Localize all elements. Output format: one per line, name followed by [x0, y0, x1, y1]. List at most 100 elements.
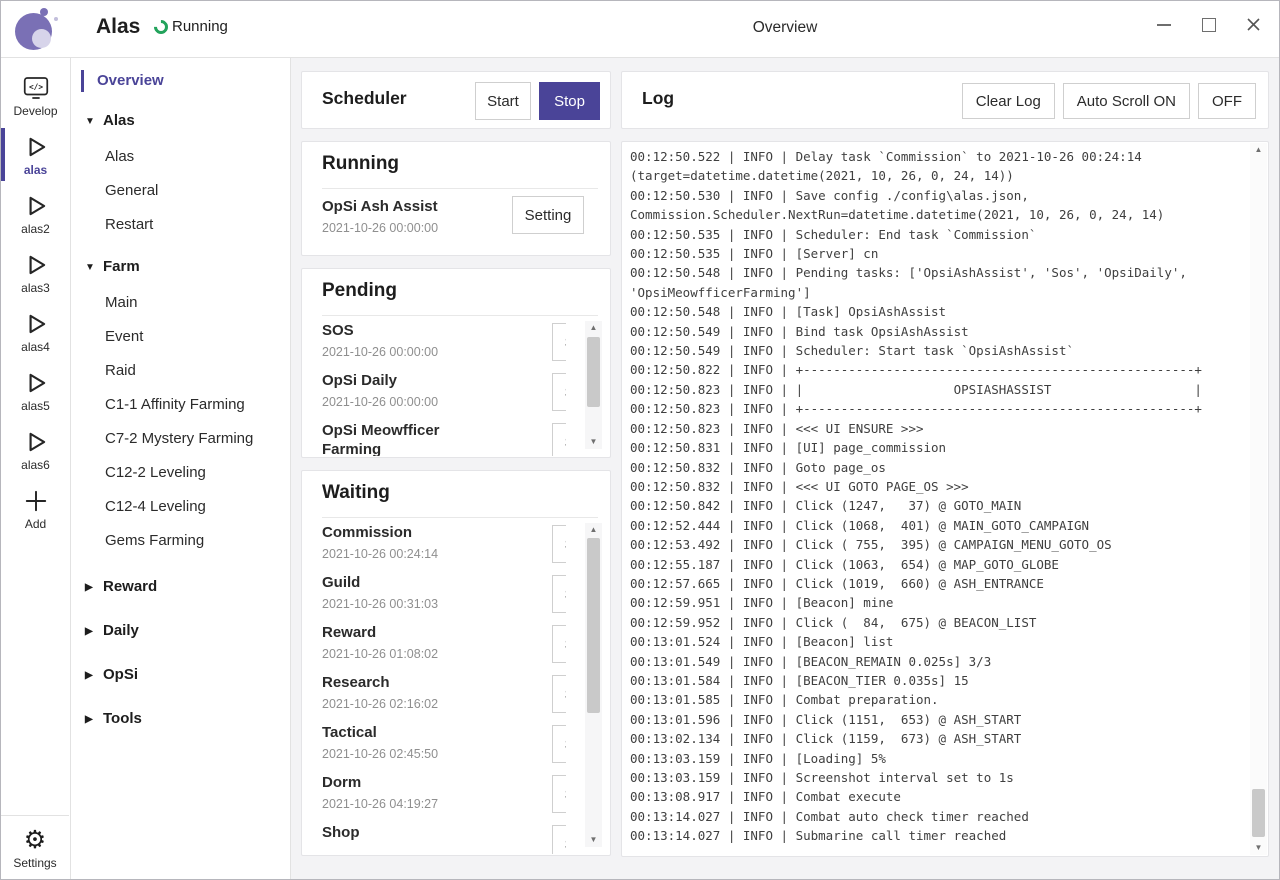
rail-item-alas6[interactable]: alas6	[1, 420, 70, 479]
code-monitor-icon: </>	[23, 74, 49, 102]
log-line: 00:12:50.535 | INFO | Scheduler: End tas…	[630, 225, 1240, 244]
task-name: SOS	[322, 321, 488, 340]
rail-item-label: alas3	[21, 281, 50, 295]
setting-button-reward[interactable]: Setting	[552, 625, 566, 663]
scroll-down-icon[interactable]: ▼	[585, 833, 602, 847]
rail-item-label: alas5	[21, 399, 50, 413]
clear-log-button[interactable]: Clear Log	[962, 83, 1055, 119]
nav-item-overview[interactable]: Overview	[71, 66, 290, 96]
play-icon	[23, 251, 49, 279]
rail-item-add[interactable]: Add	[1, 479, 70, 538]
titlebar: Alas Running Overview	[1, 1, 1279, 58]
task-row-commission: Commission2021-10-26 00:24:14Setting	[322, 518, 566, 568]
nav-item-main[interactable]: Main	[71, 286, 290, 320]
svg-text:</>: </>	[28, 82, 42, 91]
rail-item-alas4[interactable]: alas4	[1, 302, 70, 361]
rail-item-alas[interactable]: alas	[1, 125, 70, 184]
nav-item-c12-4-leveling[interactable]: C12-4 Leveling	[71, 490, 290, 524]
setting-button-commission[interactable]: Setting	[552, 525, 566, 563]
setting-button-research[interactable]: Setting	[552, 675, 566, 713]
nav-item-alas[interactable]: Alas	[71, 140, 290, 174]
scrollbar-thumb[interactable]	[587, 337, 600, 407]
play-icon	[23, 192, 49, 220]
task-next-run-time: 2021-10-26 01:08:02	[322, 647, 488, 661]
nav-item-c12-2-leveling[interactable]: C12-2 Leveling	[71, 456, 290, 490]
scroll-down-icon[interactable]: ▼	[585, 435, 602, 449]
setting-button-opsi-meowfficer-farming[interactable]: Setting	[552, 423, 566, 456]
log-line: 00:12:53.492 | INFO | Click ( 755, 395) …	[630, 535, 1240, 554]
pending-section: Pending SOS2021-10-26 00:00:00SettingOpS…	[301, 268, 611, 458]
rail-item-label: alas	[24, 163, 47, 177]
scrollbar[interactable]: ▲ ▼	[585, 321, 602, 449]
nav-group-reward[interactable]: ▶Reward	[71, 572, 290, 602]
scrollbar[interactable]: ▲ ▼	[585, 523, 602, 847]
setting-button-opsi-ash-assist[interactable]: Setting	[512, 196, 584, 234]
setting-button-guild[interactable]: Setting	[552, 575, 566, 613]
auto-scroll-on-button[interactable]: Auto Scroll ON	[1063, 83, 1190, 119]
scrollbar-thumb[interactable]	[587, 538, 600, 713]
scroll-up-icon[interactable]: ▲	[1250, 143, 1267, 157]
log-line: 00:13:01.549 | INFO | [BEACON_REMAIN 0.0…	[630, 652, 1240, 671]
task-name: Shop	[322, 823, 488, 842]
nav-item-general[interactable]: General	[71, 174, 290, 208]
task-row-shop: Shop Setting	[322, 818, 566, 854]
log-line: 00:13:08.917 | INFO | Combat execute	[630, 787, 1240, 806]
rail-item-develop[interactable]: </>Develop	[1, 66, 70, 125]
scroll-up-icon[interactable]: ▲	[585, 321, 602, 335]
start-button[interactable]: Start	[475, 82, 531, 120]
close-icon[interactable]	[1244, 15, 1263, 34]
nav-item-c7-2-mystery-farming[interactable]: C7-2 Mystery Farming	[71, 422, 290, 456]
log-buttons: Clear Log Auto Scroll ON OFF	[962, 83, 1256, 119]
setting-button-shop[interactable]: Setting	[552, 825, 566, 854]
rail-item-settings[interactable]: ⚙ Settings	[1, 815, 69, 879]
setting-button-dorm[interactable]: Setting	[552, 775, 566, 813]
nav-group-tools[interactable]: ▶Tools	[71, 704, 290, 734]
log-line: 00:12:59.952 | INFO | Click ( 84, 675) @…	[630, 613, 1240, 632]
nav-item-gems-farming[interactable]: Gems Farming	[71, 524, 290, 558]
task-row-opsi-ash-assist: OpSi Ash Assist2021-10-26 00:00:00Settin…	[322, 189, 590, 239]
rail-item-label: Settings	[13, 856, 56, 870]
nav-group-daily[interactable]: ▶Daily	[71, 616, 290, 646]
chevron-right-icon: ▶	[85, 617, 103, 647]
log-line: 00:12:50.823 | INFO | <<< UI ENSURE >>>	[630, 419, 1240, 438]
log-scrollbar[interactable]: ▲ ▼	[1250, 143, 1267, 855]
nav-group-alas[interactable]: ▼Alas	[71, 106, 290, 136]
scroll-down-icon[interactable]: ▼	[1250, 841, 1267, 855]
setting-button-sos[interactable]: Setting	[552, 323, 566, 361]
stop-button[interactable]: Stop	[539, 82, 600, 120]
nav-group-farm[interactable]: ▼Farm	[71, 252, 290, 282]
nav-group-label: OpSi	[103, 666, 138, 683]
scroll-up-icon[interactable]: ▲	[585, 523, 602, 537]
setting-button-opsi-daily[interactable]: Setting	[552, 373, 566, 411]
task-row-tactical: Tactical2021-10-26 02:45:50Setting	[322, 718, 566, 768]
app-window: Alas Running Overview </>Develop alas alas…	[0, 0, 1280, 880]
rail-item-alas5[interactable]: alas5	[1, 361, 70, 420]
scrollbar-thumb[interactable]	[1252, 789, 1265, 837]
log-line: 00:12:50.549 | INFO | Bind task OpsiAshA…	[630, 322, 1240, 341]
nav-children-alas: AlasGeneralRestart	[71, 140, 290, 242]
log-output: 00:12:50.522 | INFO | Delay task `Commis…	[630, 147, 1240, 854]
nav-group-opsi[interactable]: ▶OpSi	[71, 660, 290, 690]
minimize-icon[interactable]	[1154, 15, 1173, 34]
plus-icon	[23, 487, 49, 515]
play-icon	[23, 369, 49, 397]
task-row-guild: Guild2021-10-26 00:31:03Setting	[322, 568, 566, 618]
auto-scroll-off-button[interactable]: OFF	[1198, 83, 1256, 119]
app-name: Alas	[96, 15, 140, 39]
task-next-run-time: 2021-10-26 00:31:03	[322, 597, 488, 611]
log-line: 00:13:14.027 | INFO | Combat auto check …	[630, 807, 1240, 826]
nav-item-c1-1-affinity-farming[interactable]: C1-1 Affinity Farming	[71, 388, 290, 422]
nav-item-restart[interactable]: Restart	[71, 208, 290, 242]
maximize-icon[interactable]	[1199, 15, 1218, 34]
scheduler-status: Running	[154, 18, 228, 35]
nav-item-raid[interactable]: Raid	[71, 354, 290, 388]
task-next-run-time: 2021-10-26 00:00:00	[322, 221, 512, 235]
nav-item-event[interactable]: Event	[71, 320, 290, 354]
log-line: 00:12:55.187 | INFO | Click (1063, 654) …	[630, 555, 1240, 574]
task-row-reward: Reward2021-10-26 01:08:02Setting	[322, 618, 566, 668]
setting-button-tactical[interactable]: Setting	[552, 725, 566, 763]
rail-item-alas2[interactable]: alas2	[1, 184, 70, 243]
chevron-down-icon: ▼	[85, 107, 103, 137]
play-icon	[23, 310, 49, 338]
rail-item-alas3[interactable]: alas3	[1, 243, 70, 302]
